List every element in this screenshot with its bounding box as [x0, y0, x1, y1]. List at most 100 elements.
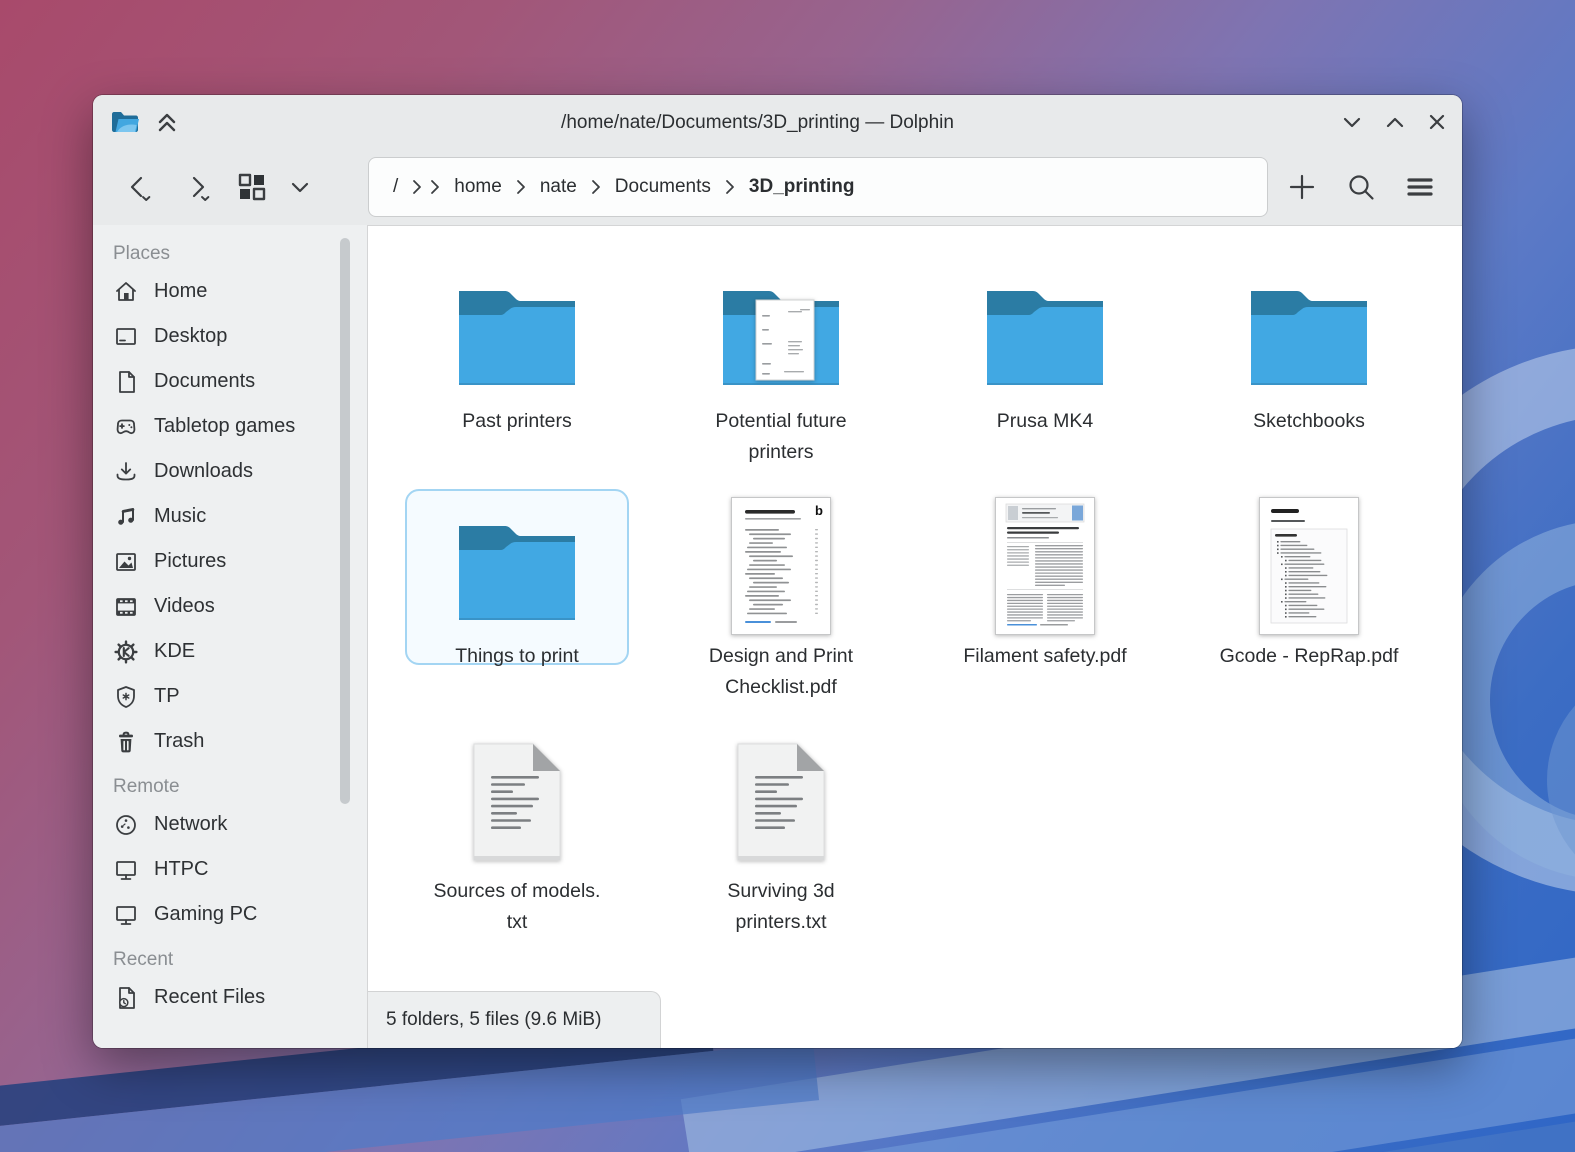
- sidebar-item-label: Documents: [154, 370, 255, 393]
- folder-icon: [1177, 254, 1441, 404]
- toolbar: / home nate Documents 3D_printing: [93, 148, 1462, 225]
- file-item-label: Design and PrintChecklist.pdf: [655, 641, 907, 703]
- dolphin-app-icon: [107, 104, 143, 140]
- file-item-label: Prusa MK4: [919, 406, 1171, 437]
- sidebar-item-label: Downloads: [154, 460, 253, 483]
- sidebar-item-label: Trash: [154, 730, 204, 753]
- sidebar-item-kde[interactable]: KDE: [107, 629, 367, 674]
- split-view-button[interactable]: [1280, 165, 1324, 209]
- minimize-button[interactable]: [1334, 104, 1370, 140]
- sidebar-item-label: HTPC: [154, 858, 208, 881]
- sidebar-item-documents[interactable]: Documents: [107, 359, 367, 404]
- recent-files-icon: [113, 985, 139, 1011]
- film-icon: [113, 594, 139, 620]
- sidebar-scrollbar-thumb[interactable]: [340, 238, 350, 804]
- file-item-past-printers[interactable]: Past printers: [385, 254, 649, 489]
- sidebar-item-home[interactable]: Home: [107, 269, 367, 314]
- sidebar-item-label: Music: [154, 505, 206, 528]
- file-item-label: Surviving 3dprinters.txt: [655, 876, 907, 938]
- search-button[interactable]: [1339, 165, 1383, 209]
- shield-icon: [113, 684, 139, 710]
- breadcrumb-segment-[interactable]: /: [385, 172, 406, 202]
- maximize-button[interactable]: [1377, 104, 1413, 140]
- window-title: /home/nate/Documents/3D_printing — Dolph…: [213, 95, 1302, 148]
- breadcrumb[interactable]: / home nate Documents 3D_printing: [368, 157, 1268, 217]
- file-item-surviving-3d-printers-txt[interactable]: Surviving 3dprinters.txt: [649, 724, 913, 959]
- sidebar-item-tp[interactable]: TP: [107, 674, 367, 719]
- file-item-prusa-mk4[interactable]: Prusa MK4: [913, 254, 1177, 489]
- sidebar-item-network[interactable]: Network: [107, 802, 367, 847]
- file-preview-icon: [649, 724, 913, 874]
- sidebar: PlacesHomeDesktopDocumentsTabletop games…: [93, 225, 367, 1048]
- forward-button[interactable]: [175, 165, 219, 209]
- file-item-label: Past printers: [391, 406, 643, 437]
- desktop-wallpaper: /home/nate/Documents/3D_printing — Dolph…: [0, 0, 1575, 1152]
- breadcrumb-segment-nate[interactable]: nate: [532, 172, 585, 202]
- monitor-icon: [113, 857, 139, 883]
- breadcrumb-segment-home[interactable]: home: [446, 172, 510, 202]
- sidebar-item-label: Desktop: [154, 325, 227, 348]
- file-item-sketchbooks[interactable]: Sketchbooks: [1177, 254, 1441, 489]
- sidebar-item-htpc[interactable]: HTPC: [107, 847, 367, 892]
- breadcrumb-separator-icon: [514, 178, 528, 196]
- download-icon: [113, 459, 139, 485]
- sidebar-item-label: Tabletop games: [154, 415, 295, 438]
- sidebar-item-music[interactable]: Music: [107, 494, 367, 539]
- back-button[interactable]: [116, 165, 160, 209]
- file-item-potential-future-printers[interactable]: Potential futureprinters: [649, 254, 913, 489]
- sidebar-item-tabletop-games[interactable]: Tabletop games: [107, 404, 367, 449]
- sidebar-item-pictures[interactable]: Pictures: [107, 539, 367, 584]
- sidebar-item-trash[interactable]: Trash: [107, 719, 367, 764]
- sidebar-section-heading-recent: Recent: [113, 949, 367, 971]
- file-item-things-to-print[interactable]: Things to print: [385, 489, 649, 724]
- picture-icon: [113, 549, 139, 575]
- file-preview-icon: [1177, 489, 1441, 639]
- document-icon: [113, 369, 139, 395]
- svg-text:b: b: [815, 503, 823, 518]
- file-item-gcode-reprap-pdf[interactable]: Gcode - RepRap.pdf: [1177, 489, 1441, 724]
- home-icon: [113, 279, 139, 305]
- sidebar-item-label: Videos: [154, 595, 215, 618]
- double-chevron-up-icon[interactable]: [149, 104, 185, 140]
- sidebar-item-gaming-pc[interactable]: Gaming PC: [107, 892, 367, 937]
- breadcrumb-segment-3d-printing[interactable]: 3D_printing: [741, 172, 863, 202]
- close-button[interactable]: [1419, 104, 1455, 140]
- hamburger-menu-button[interactable]: [1398, 165, 1442, 209]
- gamepad-icon: [113, 414, 139, 440]
- sidebar-item-recent-files[interactable]: Recent Files: [107, 975, 367, 1020]
- dolphin-window: /home/nate/Documents/3D_printing — Dolph…: [93, 95, 1462, 1048]
- sidebar-item-label: Network: [154, 813, 227, 836]
- music-note-icon: [113, 504, 139, 530]
- sidebar-item-downloads[interactable]: Downloads: [107, 449, 367, 494]
- sidebar-item-label: Pictures: [154, 550, 226, 573]
- breadcrumb-separator-icon: [589, 178, 603, 196]
- file-item-sources-of-models-txt[interactable]: Sources of models.txt: [385, 724, 649, 959]
- status-bar: 5 folders, 5 files (9.6 MiB): [368, 991, 661, 1048]
- sidebar-item-label: Home: [154, 280, 207, 303]
- sidebar-item-label: KDE: [154, 640, 195, 663]
- file-item-label: Potential futureprinters: [655, 406, 907, 468]
- sidebar-item-label: Recent Files: [154, 986, 265, 1009]
- file-item-design-and-print-checklist-pdf[interactable]: b Design and PrintChecklist.pdf: [649, 489, 913, 724]
- file-item-label: Things to print: [391, 641, 643, 672]
- kde-gear-icon: [113, 639, 139, 665]
- folder-icon: [649, 254, 913, 404]
- breadcrumb-segment-documents[interactable]: Documents: [607, 172, 719, 202]
- icons-view-grid-button[interactable]: [230, 165, 274, 209]
- file-item-label: Gcode - RepRap.pdf: [1183, 641, 1435, 672]
- sidebar-item-videos[interactable]: Videos: [107, 584, 367, 629]
- window-chrome: /home/nate/Documents/3D_printing — Dolph…: [93, 95, 1462, 225]
- desktop-icon: [113, 324, 139, 350]
- file-preview-icon: [385, 724, 649, 874]
- file-item-label: Filament safety.pdf: [919, 641, 1171, 672]
- file-view: 5 folders, 5 files (9.6 MiB) Past printe…: [367, 225, 1462, 1048]
- monitor-icon: [113, 902, 139, 928]
- sidebar-item-desktop[interactable]: Desktop: [107, 314, 367, 359]
- sidebar-section-heading-remote: Remote: [113, 776, 367, 798]
- network-icon: [113, 812, 139, 838]
- file-item-label: Sketchbooks: [1183, 406, 1435, 437]
- file-item-filament-safety-pdf[interactable]: Filament safety.pdf: [913, 489, 1177, 724]
- folder-icon: [385, 489, 649, 639]
- view-dropdown-chevron[interactable]: [278, 165, 322, 209]
- file-item-label: Sources of models.txt: [391, 876, 643, 938]
